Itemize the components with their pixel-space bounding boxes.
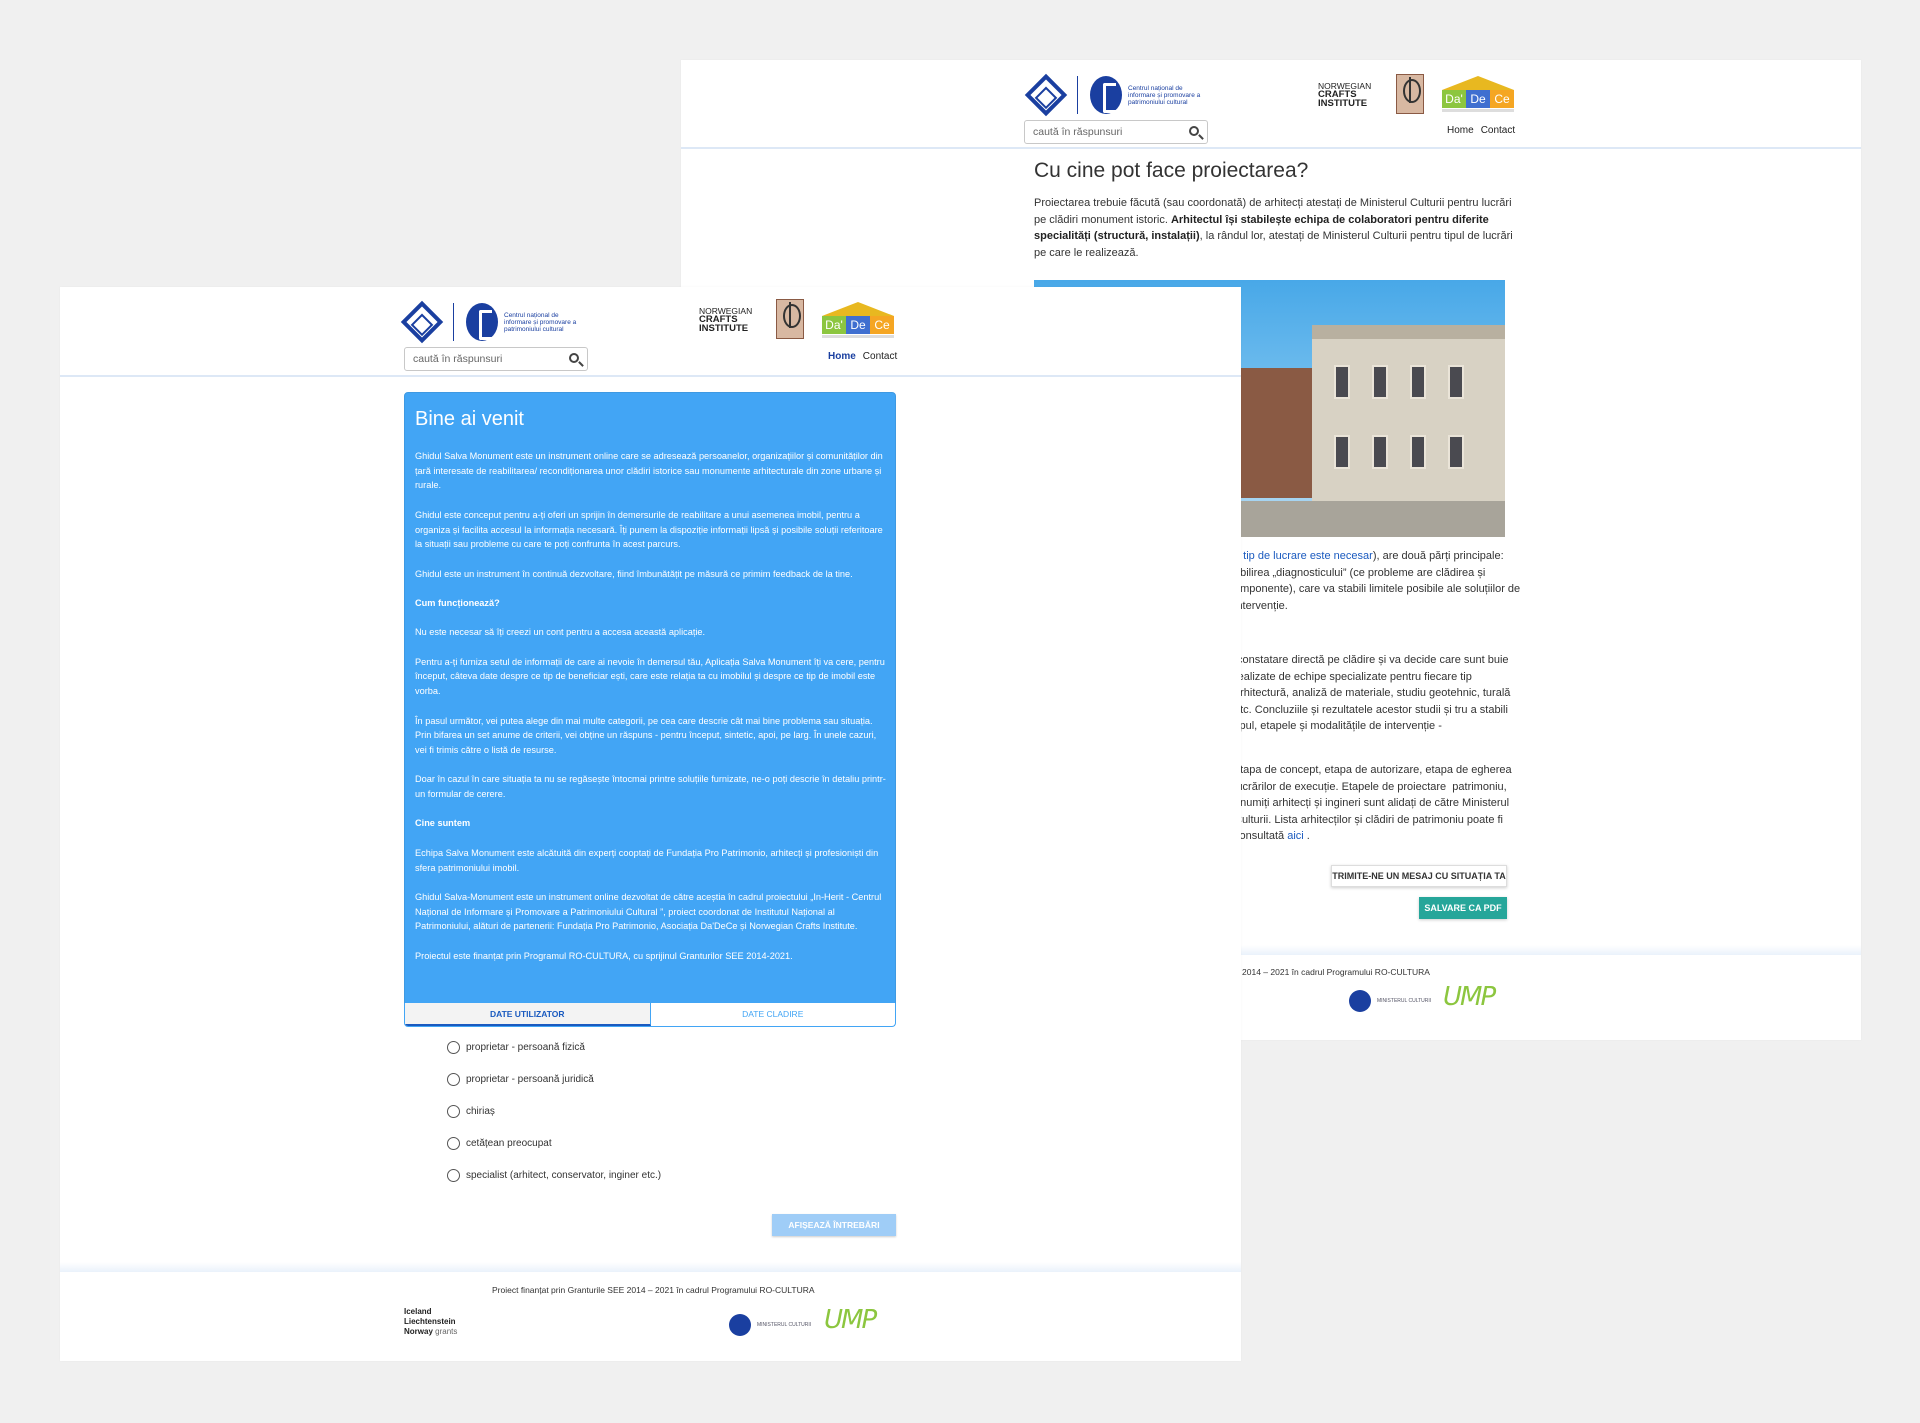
nav-contact[interactable]: Contact	[1481, 125, 1515, 136]
ministry-logo[interactable]: MINISTERUL CULTURII	[729, 1314, 811, 1336]
cn-logo-text: Centrul național de informare și promova…	[1128, 84, 1201, 106]
how-it-works-heading: Cum funcționează?	[415, 597, 500, 608]
pro-patrimonio-logo[interactable]	[776, 299, 804, 339]
search-input[interactable]	[405, 348, 587, 370]
radio-circle[interactable]	[447, 1105, 460, 1118]
search-bar[interactable]	[1024, 120, 1208, 144]
radio-specialist[interactable]: specialist (arhitect, conservator, ingin…	[447, 1169, 661, 1182]
radio-circle[interactable]	[447, 1073, 460, 1086]
diagnostic-text: e tip de lucrare este necesar), are două…	[1234, 550, 1521, 612]
architects-list-link[interactable]: aici	[1287, 830, 1304, 842]
footer-text: E 2014 – 2021 în cadrul Programului RO-C…	[1234, 967, 1430, 977]
ump-logo[interactable]: UMP	[1443, 982, 1496, 1012]
welcome-body: Ghidul Salva Monument este un instrument…	[415, 451, 886, 961]
front-page-window: Centrul național de informare și promova…	[60, 287, 1241, 1361]
phases-text: ⁠etapa de concept, etapa de autorizare, …	[1234, 764, 1512, 842]
footer-text: Proiect finanțat prin Granturile SEE 201…	[492, 1285, 815, 1295]
cn-circle-icon	[1090, 76, 1122, 114]
radio-concerned-citizen[interactable]: cetățean preocupat	[447, 1137, 552, 1150]
inp-diamond-icon	[400, 300, 444, 344]
radio-owner-legal[interactable]: proprietar - persoană juridică	[447, 1073, 594, 1086]
search-input[interactable]	[1025, 121, 1207, 143]
norwegian-crafts-logo[interactable]: NORWEGIAN CRAFTS INSTITUTE	[1318, 82, 1371, 109]
page-title: Cu cine pot face proiectarea?	[1034, 159, 1309, 182]
inp-logo[interactable]: Centrul național de informare și promova…	[1024, 73, 1208, 117]
welcome-card: Bine ai venit Ghidul Salva Monument este…	[404, 392, 896, 1025]
nav-home[interactable]: Home	[1447, 125, 1474, 136]
inp-logo[interactable]: Centrul național de informare și promova…	[400, 300, 584, 344]
norwegian-crafts-logo[interactable]: NORWEGIAN CRAFTS INSTITUTE	[699, 307, 752, 334]
studies-text: ⁠ constatare directă pe clădire și va de…	[1234, 654, 1511, 732]
search-bar[interactable]	[404, 347, 588, 371]
save-pdf-button[interactable]: SALVARE CA PDF	[1419, 897, 1507, 919]
intro-paragraph: Proiectarea trebuie făcută (sau coordona…	[1034, 197, 1513, 259]
radio-owner-individual[interactable]: proprietar - persoană fizică	[447, 1041, 585, 1054]
pro-patrimonio-logo[interactable]	[1396, 74, 1424, 114]
nav-contact[interactable]: Contact	[863, 351, 897, 362]
search-icon[interactable]	[569, 353, 579, 363]
ministry-logo[interactable]: MINISTERUL CULTURII	[1349, 990, 1431, 1012]
dadece-logo[interactable]: Da' De Ce	[822, 302, 894, 338]
radio-circle[interactable]	[447, 1169, 460, 1182]
radio-circle[interactable]	[447, 1041, 460, 1054]
header: Centrul național de informare și promova…	[681, 60, 1861, 149]
eea-grants-logo[interactable]: Iceland Liechtenstein Norway grants	[404, 1307, 457, 1337]
cn-logo-text: Centrul național de informare și promova…	[504, 311, 577, 333]
radio-tenant[interactable]: chiriaș	[447, 1105, 495, 1118]
ump-logo[interactable]: UMP	[824, 1305, 877, 1335]
ministry-seal-icon	[729, 1314, 751, 1336]
main-nav: Home Contact	[828, 351, 897, 362]
search-icon[interactable]	[1189, 126, 1199, 136]
send-message-button[interactable]: TRIMITE-NE UN MESAJ CU SITUAȚIA TA	[1331, 865, 1507, 887]
nav-home[interactable]: Home	[828, 351, 856, 362]
ministry-seal-icon	[1349, 990, 1371, 1012]
dadece-logo[interactable]: Da' De Ce	[1442, 76, 1514, 112]
tab-user-data[interactable]: DATE UTILIZATOR	[405, 1003, 651, 1026]
cn-circle-icon	[466, 303, 498, 341]
header: Centrul național de informare și promova…	[60, 287, 1241, 377]
who-we-are-heading: Cine suntem	[415, 818, 471, 829]
work-type-link[interactable]: e tip de lucrare este necesar	[1234, 550, 1373, 562]
show-questions-button[interactable]: AFIȘEAZĂ ÎNTREBĂRI	[772, 1214, 896, 1236]
tab-building-data[interactable]: DATE CLADIRE	[651, 1003, 896, 1026]
data-tabs: DATE UTILIZATOR DATE CLADIRE	[404, 1003, 896, 1027]
radio-circle[interactable]	[447, 1137, 460, 1150]
main-nav: Home Contact	[1447, 125, 1515, 136]
welcome-title: Bine ai venit	[415, 408, 524, 430]
inp-diamond-icon	[1024, 73, 1068, 117]
